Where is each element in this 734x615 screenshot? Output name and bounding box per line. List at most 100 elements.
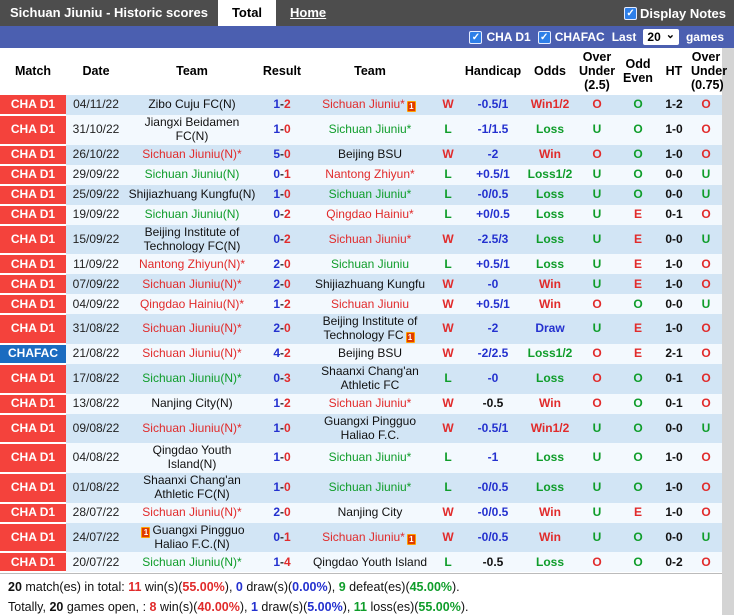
league-cell: CHA D1	[0, 393, 66, 415]
value: E	[633, 256, 642, 271]
away-team-cell: Sichuan Jiuniu	[306, 254, 434, 275]
filter-cha-d1-label: CHA D1	[486, 30, 531, 44]
checkbox-checked-icon[interactable]: ✓	[469, 30, 483, 44]
value: U	[701, 231, 711, 246]
team-name: Nantong Zhiyun(N)*	[138, 256, 246, 271]
tab-home[interactable]: Home	[276, 0, 340, 26]
league-cell: CHA D1	[0, 224, 66, 256]
value: L	[444, 122, 452, 137]
value: Loss	[535, 186, 564, 201]
odd-even-cell: E	[618, 254, 658, 275]
away-score: 0	[284, 122, 291, 137]
filter-chafac[interactable]: ✓ CHAFAC	[537, 30, 605, 44]
value: O	[633, 450, 643, 465]
ht-score: 0-1	[665, 206, 683, 221]
ht-score: 0-0	[665, 231, 683, 246]
over-under-2-5-cell: O	[576, 364, 618, 394]
value: -0	[487, 276, 499, 291]
over-under-0-75-cell: O	[690, 502, 722, 523]
table-row: CHA D1 15/09/22 Beijing Institute of Techn…	[0, 224, 722, 256]
handicap-cell: -0/0.5	[462, 473, 524, 503]
over-under-0-75-cell: O	[690, 393, 722, 414]
win-loss-cell: L	[434, 184, 462, 205]
away-score: 2	[284, 231, 291, 246]
over-under-0-75-cell: O	[690, 95, 722, 116]
text-segment: 11	[128, 580, 142, 595]
away-team-cell: Shaanxi Chang'an Athletic FC	[306, 364, 434, 394]
value: L	[444, 450, 452, 465]
score-cell: 1-0	[258, 115, 306, 145]
handicap-cell: -2.5/3	[462, 224, 524, 255]
handicap-cell: -0/0.5	[462, 502, 524, 523]
red-card-icon: 1	[406, 533, 416, 545]
win-loss-cell: L	[434, 364, 462, 394]
checkbox-checked-icon[interactable]: ✓	[537, 30, 551, 44]
date-cell: 21/08/22	[66, 344, 126, 365]
win-loss-cell: W	[434, 393, 462, 414]
value: O	[592, 371, 602, 386]
odd-even-cell: E	[618, 274, 658, 295]
value: O	[701, 450, 711, 465]
table-row: CHA D1 09/08/22 Sichuan Jiuniu(N)* 1-0 Guang…	[0, 413, 722, 445]
value: L	[444, 554, 452, 569]
odd-even-cell: E	[618, 344, 658, 365]
column-header: HT	[658, 48, 690, 96]
value: W	[442, 321, 454, 336]
away-team-cell: Qingdao Hainiu*	[306, 204, 434, 225]
over-under-2-5-cell: O	[576, 393, 618, 414]
tab-total[interactable]: Total	[217, 0, 277, 26]
value: W	[442, 97, 454, 112]
value: L	[444, 166, 452, 181]
odds-cell: Win1/2	[524, 95, 576, 116]
away-team-cell: Sichuan Jiuniu* 1	[306, 522, 434, 553]
date-cell: 25/09/22	[66, 184, 126, 205]
value: O	[633, 296, 643, 311]
win-loss-cell: W	[434, 294, 462, 315]
over-under-0-75-cell: O	[690, 274, 722, 295]
home-team-cell: Sichuan Jiuniu(N)	[126, 164, 258, 185]
text-segment: ).	[460, 600, 469, 615]
filter-cha-d1[interactable]: ✓ CHA D1	[469, 30, 531, 44]
value: W	[442, 146, 454, 161]
handicap-cell: -0.5/1	[462, 95, 524, 116]
home-team-cell: Nanjing City(N)	[126, 393, 258, 414]
league-cell: CHA D1	[0, 184, 66, 206]
home-score: 1	[273, 186, 280, 201]
value: +0.5/1	[476, 256, 510, 271]
league-cell: CHA D1	[0, 443, 66, 475]
column-header: Match	[0, 48, 66, 96]
column-header: Handicap	[462, 48, 524, 96]
value: O	[701, 479, 711, 494]
date-cell: 13/08/22	[66, 393, 126, 414]
value: -0/0.5	[477, 186, 509, 201]
odd-even-cell: O	[618, 164, 658, 185]
league-cell: CHA D1	[0, 314, 66, 346]
home-score: 4	[273, 346, 280, 361]
table-row: CHA D1 25/09/22 Shijiazhuang Kungfu(N) 1-0 S…	[0, 184, 722, 206]
league-cell: CHA D1	[0, 144, 66, 166]
display-notes-toggle[interactable]: ✓ Display Notes	[624, 0, 734, 26]
checkbox-checked-icon[interactable]: ✓	[624, 6, 638, 20]
handicap-cell: +0.5/1	[462, 254, 524, 275]
column-header: Result	[258, 48, 306, 96]
value: -0.5	[482, 554, 504, 569]
table-row: CHA D1 04/08/22 Qingdao Youth Island(N) 1-0…	[0, 443, 722, 475]
ht-cell: 1-0	[658, 473, 690, 503]
column-header: Odds	[524, 48, 576, 96]
value: Win1/2	[530, 97, 570, 112]
over-under-0-75-cell: O	[690, 314, 722, 345]
filterbar: ✓ CHA D1 ✓ CHAFAC Last 20 ⌄ games	[0, 26, 734, 48]
odd-even-cell: O	[618, 364, 658, 394]
ht-score: 1-2	[665, 97, 683, 112]
score-cell: 4-2	[258, 344, 306, 365]
away-score: 2	[284, 296, 291, 311]
games-count-select[interactable]: 20 ⌄	[643, 29, 679, 45]
odds-cell: Loss	[524, 364, 576, 394]
value: O	[592, 346, 602, 361]
date-cell: 31/08/22	[66, 314, 126, 345]
value: E	[633, 276, 642, 291]
home-team-cell: Sichuan Jiuniu(N)*	[126, 502, 258, 523]
text-segment: 40.00%	[197, 600, 240, 615]
win-loss-cell: L	[434, 254, 462, 275]
league-cell: CHA D1	[0, 115, 66, 146]
